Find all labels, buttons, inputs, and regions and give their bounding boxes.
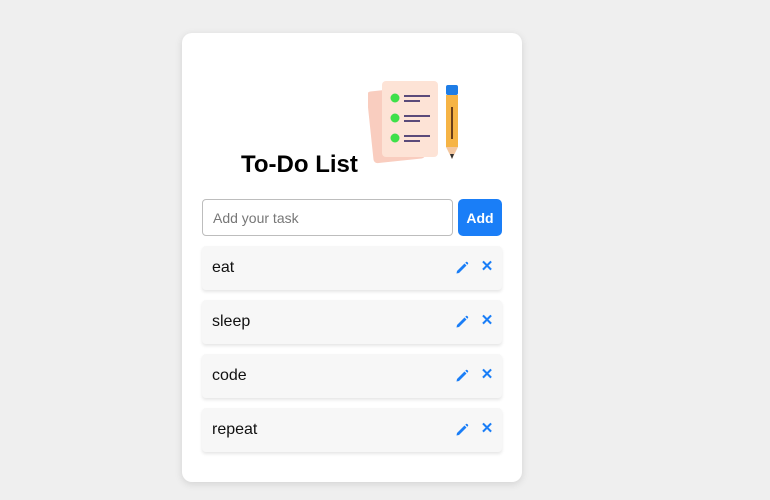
page-title: To-Do List	[241, 151, 358, 178]
close-icon[interactable]: ✕	[480, 312, 494, 330]
add-task-button[interactable]: Add	[458, 199, 502, 236]
close-icon[interactable]: ✕	[480, 420, 494, 438]
task-text: code	[212, 367, 247, 384]
task-text: sleep	[212, 313, 251, 330]
task-text: repeat	[212, 421, 258, 438]
task-item: code ✕	[202, 354, 502, 398]
pencil-icon[interactable]	[455, 315, 469, 329]
task-text: eat	[212, 259, 235, 276]
task-item: sleep ✕	[202, 300, 502, 344]
task-item: eat ✕	[202, 246, 502, 290]
task-item: repeat ✕	[202, 408, 502, 452]
close-icon[interactable]: ✕	[480, 366, 494, 384]
pencil-icon[interactable]	[455, 261, 469, 275]
close-icon[interactable]: ✕	[480, 258, 494, 276]
checklist-and-pencil-icon	[368, 81, 458, 164]
task-list: eat ✕ sleep ✕ code ✕ repeat ✕	[202, 246, 502, 462]
todo-card: To-Do List Add eat ✕ sleep ✕	[182, 33, 522, 482]
task-input[interactable]	[202, 199, 453, 236]
pencil-icon[interactable]	[455, 369, 469, 383]
pencil-icon[interactable]	[455, 423, 469, 437]
